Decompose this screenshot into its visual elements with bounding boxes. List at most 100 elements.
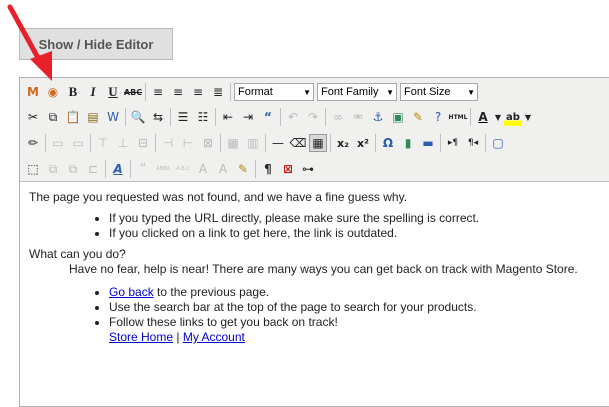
visual-chars-icon[interactable]: ¶ bbox=[259, 160, 277, 178]
toolbar-separator bbox=[325, 108, 326, 126]
move-forward-icon[interactable]: ⧉ bbox=[44, 160, 62, 178]
chevron-down-icon[interactable]: ▼ bbox=[524, 108, 532, 126]
remove-format-icon[interactable]: ⌫ bbox=[289, 134, 307, 152]
indent-icon[interactable]: ⇥ bbox=[239, 108, 257, 126]
help-icon[interactable]: ? bbox=[429, 108, 447, 126]
ltr-icon[interactable]: ▸¶ bbox=[444, 134, 462, 152]
split-cells-icon[interactable]: ▦ bbox=[224, 134, 242, 152]
chevron-down-icon[interactable]: ▼ bbox=[494, 108, 502, 126]
undo-icon[interactable]: ↶ bbox=[284, 108, 302, 126]
actions-list: Go back to the previous page. Use the se… bbox=[29, 285, 609, 345]
editor-content[interactable]: The page you requested was not found, an… bbox=[29, 190, 609, 345]
font-size-select[interactable]: Font Size ▼ bbox=[400, 83, 478, 101]
media-icon[interactable]: ▮ bbox=[399, 134, 417, 152]
pagebreak-icon[interactable]: ⊶ bbox=[299, 160, 317, 178]
editor-toolbar: M ◉ B I U ABC ≡ ≡ ≡ ≣ Format ▼ Font Famil… bbox=[20, 78, 609, 182]
italic-button[interactable]: I bbox=[84, 83, 102, 101]
bullet-list-icon[interactable]: ☰ bbox=[174, 108, 192, 126]
toolbar-separator bbox=[440, 134, 441, 152]
paste-text-icon[interactable]: ▤ bbox=[84, 108, 102, 126]
toolbar-separator bbox=[215, 108, 216, 126]
intro-text: The page you requested was not found, an… bbox=[29, 190, 408, 204]
toolbar-separator bbox=[90, 134, 91, 152]
html-source-icon[interactable]: HTML bbox=[449, 108, 468, 126]
table-cell-props-icon[interactable]: ▭ bbox=[69, 134, 87, 152]
image-icon[interactable]: ▣ bbox=[389, 108, 407, 126]
hr-line-icon[interactable]: ▬ bbox=[419, 134, 437, 152]
insert-col-after-icon[interactable]: ⊢ bbox=[179, 134, 197, 152]
nonbreaking-icon[interactable]: ⊠ bbox=[279, 160, 297, 178]
superscript-button[interactable]: x² bbox=[354, 134, 372, 152]
insert-row-before-icon[interactable]: ⊤ bbox=[94, 134, 112, 152]
outdent-icon[interactable]: ⇤ bbox=[219, 108, 237, 126]
align-right-icon[interactable]: ≡ bbox=[189, 83, 207, 101]
insert-variable-icon[interactable]: ◉ bbox=[44, 83, 62, 101]
del-icon[interactable]: A bbox=[194, 160, 212, 178]
align-justify-icon[interactable]: ≣ bbox=[209, 83, 227, 101]
delete-row-icon[interactable]: ⊟ bbox=[134, 134, 152, 152]
cite-icon[interactable]: “ bbox=[134, 160, 152, 178]
numbered-list-icon[interactable]: ☷ bbox=[194, 108, 212, 126]
text-color-icon[interactable]: A bbox=[474, 108, 492, 126]
follow-links-text: Follow these links to get you back on tr… bbox=[109, 315, 338, 329]
visual-aid-icon[interactable]: ▦ bbox=[309, 134, 327, 152]
abbr-icon[interactable]: ABBR bbox=[154, 160, 172, 178]
ins-icon[interactable]: A bbox=[214, 160, 232, 178]
toolbar-row-4: ⬚ ⧉ ⧉ ⊏ A “ ABBR A.B.C A A ✎ ¶ ⊠ ⊶ bbox=[24, 158, 319, 180]
replace-icon[interactable]: ⇆ bbox=[149, 108, 167, 126]
list-item: Go back to the previous page. bbox=[109, 285, 609, 300]
find-icon[interactable]: 🔍 bbox=[129, 108, 147, 126]
rtl-icon[interactable]: ¶◂ bbox=[464, 134, 482, 152]
horizontal-rule-icon[interactable]: — bbox=[269, 134, 287, 152]
background-color-icon[interactable]: ab bbox=[504, 108, 522, 126]
link-icon[interactable]: ∞ bbox=[329, 108, 347, 126]
fullscreen-icon[interactable]: ▢ bbox=[489, 134, 507, 152]
toolbar-row-2: ✂ ⧉ 📋 ▤ W 🔍 ⇆ ☰ ☷ ⇤ ⇥ “ ↶ ↷ ∞ ⚮ ⚓ ▣ ✎ ? … bbox=[24, 106, 534, 128]
cleanup-icon[interactable]: ✎ bbox=[409, 108, 427, 126]
paste-word-icon[interactable]: W bbox=[104, 108, 122, 126]
attributes-icon[interactable]: ✎ bbox=[234, 160, 252, 178]
merge-cells-icon[interactable]: ▥ bbox=[244, 134, 262, 152]
toolbar-separator bbox=[255, 160, 256, 178]
styleprops-icon[interactable]: A bbox=[109, 160, 127, 178]
table-row-props-icon[interactable]: ▭ bbox=[49, 134, 67, 152]
go-back-text: to the previous page. bbox=[153, 285, 270, 299]
magento-widget-icon[interactable]: M bbox=[24, 83, 42, 101]
toolbar-separator bbox=[125, 108, 126, 126]
anchor-icon[interactable]: ⚓ bbox=[369, 108, 387, 126]
acronym-icon[interactable]: A.B.C bbox=[174, 160, 192, 178]
strikethrough-button[interactable]: ABC bbox=[124, 83, 142, 101]
list-item: Use the search bar at the top of the pag… bbox=[109, 300, 609, 315]
font-family-select[interactable]: Font Family ▼ bbox=[317, 83, 397, 101]
special-char-icon[interactable]: Ω bbox=[379, 134, 397, 152]
blockquote-icon[interactable]: “ bbox=[259, 108, 277, 126]
copy-icon[interactable]: ⧉ bbox=[44, 108, 62, 126]
toolbar-separator bbox=[470, 108, 471, 126]
paste-icon[interactable]: 📋 bbox=[64, 108, 82, 126]
underline-button[interactable]: U bbox=[104, 83, 122, 101]
font-family-select-value: Font Family bbox=[321, 86, 379, 98]
go-back-link[interactable]: Go back bbox=[109, 285, 154, 299]
my-account-link[interactable]: My Account bbox=[183, 330, 245, 344]
absolute-position-icon[interactable]: ⊏ bbox=[84, 160, 102, 178]
insert-layer-icon[interactable]: ⬚ bbox=[24, 160, 42, 178]
insert-col-before-icon[interactable]: ⊣ bbox=[159, 134, 177, 152]
format-select[interactable]: Format ▼ bbox=[234, 83, 314, 101]
insert-row-after-icon[interactable]: ⊥ bbox=[114, 134, 132, 152]
chevron-down-icon: ▼ bbox=[386, 87, 394, 97]
move-backward-icon[interactable]: ⧉ bbox=[64, 160, 82, 178]
store-home-link[interactable]: Store Home bbox=[109, 330, 173, 344]
subscript-button[interactable]: x₂ bbox=[334, 134, 352, 152]
align-left-icon[interactable]: ≡ bbox=[149, 83, 167, 101]
edit-style-icon[interactable]: ✏ bbox=[24, 134, 42, 152]
bold-button[interactable]: B bbox=[64, 83, 82, 101]
toolbar-separator bbox=[220, 134, 221, 152]
cut-icon[interactable]: ✂ bbox=[24, 108, 42, 126]
delete-col-icon[interactable]: ⊠ bbox=[199, 134, 217, 152]
redo-icon[interactable]: ↷ bbox=[304, 108, 322, 126]
chevron-down-icon: ▼ bbox=[303, 87, 311, 97]
link-separator: | bbox=[173, 330, 183, 344]
unlink-icon[interactable]: ⚮ bbox=[349, 108, 367, 126]
align-center-icon[interactable]: ≡ bbox=[169, 83, 187, 101]
toolbar-separator bbox=[375, 134, 376, 152]
